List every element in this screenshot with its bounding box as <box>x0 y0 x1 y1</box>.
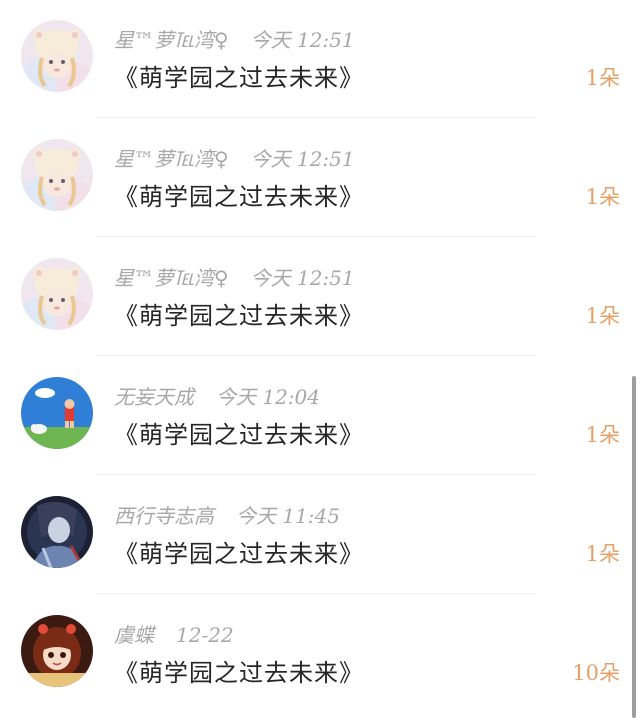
timestamp: 今天 12:04 <box>216 385 320 409</box>
girl-bear-hat-avatar-icon <box>21 20 93 92</box>
user-avatar[interactable] <box>21 139 93 211</box>
scrollbar[interactable] <box>632 376 636 718</box>
username[interactable]: 无妄天成 <box>114 385 194 409</box>
divider <box>96 236 536 237</box>
user-avatar[interactable] <box>21 496 93 568</box>
gift-meta: 西行寺志高 今天 11:45 <box>114 500 340 529</box>
user-avatar[interactable] <box>21 615 93 687</box>
cartoon-sky-avatar-icon <box>21 377 93 449</box>
book-title[interactable]: 《萌学园之过去未来》 <box>114 653 364 688</box>
gift-record-list: 星™萝℡湾♀ 今天 12:51 《萌学园之过去未来》 1朵 星™萝℡湾♀ 今天 … <box>0 0 640 718</box>
timestamp: 12-22 <box>176 623 234 647</box>
gift-meta: 虞蝶 12-22 <box>114 619 234 648</box>
username[interactable]: 星™萝℡湾♀ <box>114 266 229 290</box>
timestamp: 今天 12:51 <box>250 266 355 290</box>
book-title[interactable]: 《萌学园之过去未来》 <box>114 415 364 450</box>
girl-bear-hat-avatar-icon <box>21 258 93 330</box>
dark-warrior-avatar-icon <box>21 496 93 568</box>
flower-count: 10朵 <box>572 661 620 685</box>
gift-meta: 星™萝℡湾♀ 今天 12:51 <box>114 143 355 172</box>
list-item[interactable]: 星™萝℡湾♀ 今天 12:51 《萌学园之过去未来》 1朵 <box>0 238 640 357</box>
flower-count: 1朵 <box>585 423 620 447</box>
gift-meta: 星™萝℡湾♀ 今天 12:51 <box>114 24 355 53</box>
list-item[interactable]: 星™萝℡湾♀ 今天 12:51 《萌学园之过去未来》 1朵 <box>0 0 640 119</box>
username[interactable]: 星™萝℡湾♀ <box>114 28 229 52</box>
divider <box>96 117 536 118</box>
flower-count: 1朵 <box>585 304 620 328</box>
gift-meta: 无妄天成 今天 12:04 <box>114 381 320 410</box>
book-title[interactable]: 《萌学园之过去未来》 <box>114 534 364 569</box>
timestamp: 今天 12:51 <box>250 28 355 52</box>
list-item[interactable]: 无妄天成 今天 12:04 《萌学园之过去未来》 1朵 <box>0 357 640 476</box>
gift-meta: 星™萝℡湾♀ 今天 12:51 <box>114 262 355 291</box>
user-avatar[interactable] <box>21 20 93 92</box>
divider <box>96 355 536 356</box>
divider <box>96 593 536 594</box>
timestamp: 今天 12:51 <box>250 147 355 171</box>
book-title[interactable]: 《萌学园之过去未来》 <box>114 296 364 331</box>
list-item[interactable]: 星™萝℡湾♀ 今天 12:51 《萌学园之过去未来》 1朵 <box>0 119 640 238</box>
anime-girl-avatar-icon <box>21 615 93 687</box>
timestamp: 今天 11:45 <box>236 504 340 528</box>
girl-bear-hat-avatar-icon <box>21 139 93 211</box>
username[interactable]: 西行寺志高 <box>114 504 214 528</box>
flower-count: 1朵 <box>585 66 620 90</box>
list-item[interactable]: 虞蝶 12-22 《萌学园之过去未来》 10朵 <box>0 595 640 714</box>
username[interactable]: 虞蝶 <box>114 623 154 647</box>
book-title[interactable]: 《萌学园之过去未来》 <box>114 58 364 93</box>
flower-count: 1朵 <box>585 542 620 566</box>
book-title[interactable]: 《萌学园之过去未来》 <box>114 177 364 212</box>
username[interactable]: 星™萝℡湾♀ <box>114 147 229 171</box>
user-avatar[interactable] <box>21 377 93 449</box>
list-item[interactable]: 西行寺志高 今天 11:45 《萌学园之过去未来》 1朵 <box>0 476 640 595</box>
user-avatar[interactable] <box>21 258 93 330</box>
divider <box>96 474 536 475</box>
flower-count: 1朵 <box>585 185 620 209</box>
